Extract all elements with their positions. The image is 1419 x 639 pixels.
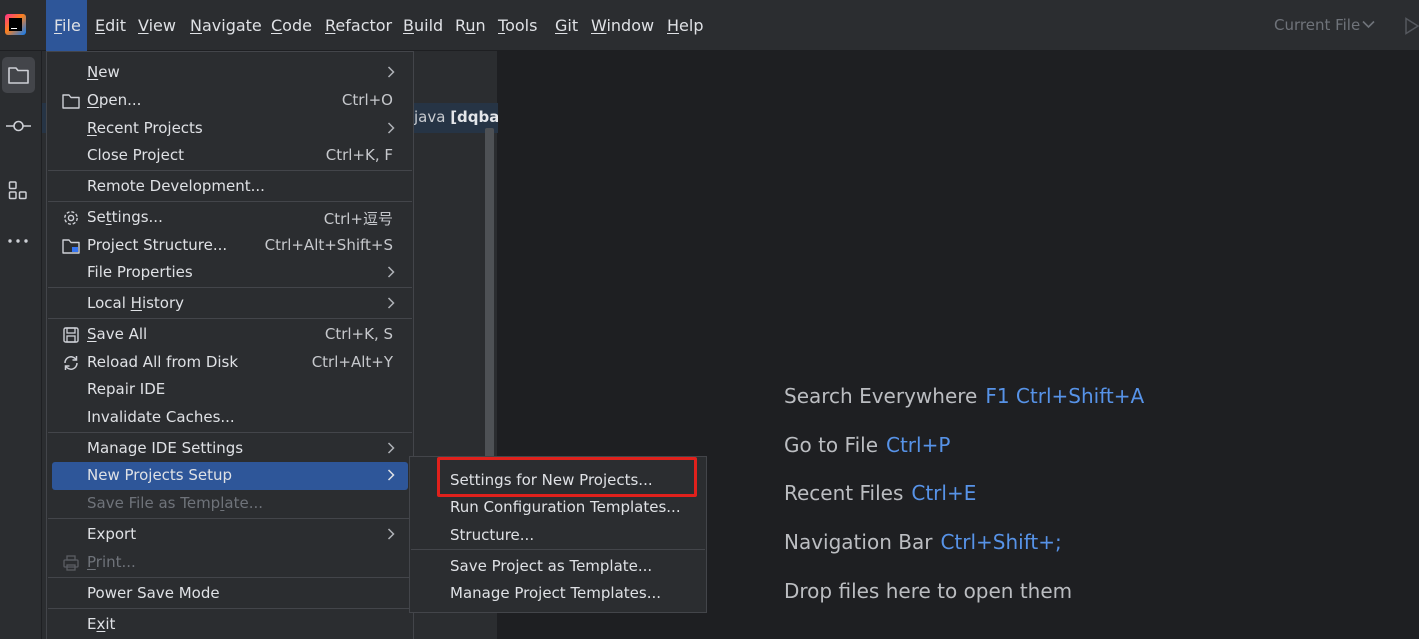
project-structure-icon xyxy=(62,239,80,254)
file-menu-reload-all[interactable]: Reload All from Disk Ctrl+Alt+Y xyxy=(47,349,413,377)
chevron-right-icon xyxy=(387,297,395,309)
file-menu-invalidate-caches[interactable]: Invalidate Caches... xyxy=(47,404,413,432)
project-tool-button[interactable] xyxy=(2,57,35,93)
highlight-annotation-box xyxy=(437,457,697,497)
file-menu-file-properties[interactable]: File Properties xyxy=(47,259,413,287)
menu-separator xyxy=(48,432,412,433)
chevron-right-icon xyxy=(387,66,395,78)
file-menu-power-save-mode[interactable]: Power Save Mode xyxy=(47,580,413,608)
menu-git[interactable]: Git xyxy=(555,0,578,51)
file-menu-dropdown: New Open... Ctrl+O Recent Projects Close… xyxy=(46,51,414,639)
submenu-manage-project-templates[interactable]: Manage Project Templates... xyxy=(410,579,706,607)
more-horizontal-icon xyxy=(8,239,28,243)
menu-window[interactable]: Window xyxy=(591,0,654,51)
menu-code[interactable]: Code xyxy=(271,0,312,51)
menu-separator xyxy=(48,518,412,519)
commit-tool-button[interactable] xyxy=(2,108,35,144)
menu-refactor[interactable]: Refactor xyxy=(325,0,392,51)
project-tree-row-label: java [dqbas xyxy=(414,108,498,126)
menu-help[interactable]: Help xyxy=(667,0,703,51)
commit-icon xyxy=(6,120,31,132)
file-menu-new-projects-setup[interactable]: New Projects Setup xyxy=(47,462,413,490)
menu-separator xyxy=(411,549,705,550)
more-tools-button[interactable] xyxy=(2,223,35,259)
menu-run[interactable]: Run xyxy=(455,0,486,51)
chevron-right-icon xyxy=(387,266,395,278)
menu-separator xyxy=(48,287,412,288)
chevron-right-icon xyxy=(387,122,395,134)
gear-icon xyxy=(64,211,78,225)
structure-tool-button[interactable] xyxy=(2,173,35,209)
chevron-right-icon xyxy=(387,528,395,540)
project-panel-scrollbar[interactable] xyxy=(485,128,494,458)
run-icon[interactable] xyxy=(1404,17,1419,35)
tool-window-strip xyxy=(0,51,42,639)
submenu-save-project-as-template[interactable]: Save Project as Template... xyxy=(410,552,706,580)
folder-open-icon xyxy=(62,94,80,109)
file-menu-open[interactable]: Open... Ctrl+O xyxy=(47,87,413,115)
folder-icon xyxy=(8,67,29,84)
menu-build[interactable]: Build xyxy=(403,0,443,51)
menu-separator xyxy=(48,577,412,578)
file-menu-local-history[interactable]: Local History xyxy=(47,290,413,318)
chevron-right-icon xyxy=(387,469,395,481)
hint-recent-files: Recent Files Ctrl+E xyxy=(784,481,977,505)
file-menu-manage-ide-settings[interactable]: Manage IDE Settings xyxy=(47,435,413,463)
submenu-run-configuration-templates[interactable]: Run Configuration Templates... xyxy=(410,493,706,521)
hint-search-everywhere: Search Everywhere F1 Ctrl+Shift+A xyxy=(784,384,1145,408)
file-menu-project-structure[interactable]: Project Structure... Ctrl+Alt+Shift+S xyxy=(47,232,413,260)
file-menu-recent-projects[interactable]: Recent Projects xyxy=(47,115,413,143)
file-menu-exit[interactable]: Exit xyxy=(47,611,413,639)
file-menu-close-project[interactable]: Close Project Ctrl+K, F xyxy=(47,142,413,170)
hint-drop-files: Drop files here to open them xyxy=(784,579,1073,603)
menu-view[interactable]: View xyxy=(138,0,176,51)
file-menu-save-file-as-template[interactable]: Save File as Template... xyxy=(47,490,413,518)
file-menu-save-all[interactable]: Save All Ctrl+K, S xyxy=(47,321,413,349)
chevron-down-icon[interactable] xyxy=(1362,20,1375,29)
file-menu-settings[interactable]: Settings... Ctrl+逗号 xyxy=(47,204,413,232)
chevron-right-icon xyxy=(387,442,395,454)
menu-separator xyxy=(48,170,412,171)
file-menu-export[interactable]: Export xyxy=(47,521,413,549)
menu-tools[interactable]: Tools xyxy=(498,0,537,51)
file-menu-remote-development[interactable]: Remote Development... xyxy=(47,173,413,201)
file-menu-repair-ide[interactable]: Repair IDE xyxy=(47,376,413,404)
menu-file[interactable]: File xyxy=(46,0,87,51)
refresh-icon xyxy=(64,356,78,370)
file-menu-new[interactable]: New xyxy=(47,59,413,87)
structure-icon xyxy=(8,181,27,200)
run-configuration-selector[interactable]: Current File xyxy=(1274,16,1360,34)
hint-go-to-file: Go to File Ctrl+P xyxy=(784,433,951,457)
menu-separator xyxy=(48,318,412,319)
printer-icon xyxy=(63,555,79,571)
menu-separator xyxy=(48,608,412,609)
hint-navigation-bar: Navigation Bar Ctrl+Shift+; xyxy=(784,530,1062,554)
submenu-structure[interactable]: Structure... xyxy=(410,521,706,549)
menu-separator xyxy=(48,201,412,202)
file-menu-print[interactable]: Print... xyxy=(47,549,413,577)
intellij-logo-icon[interactable] xyxy=(5,14,26,35)
main-menu-bar: File Edit View Navigate Code Refactor Bu… xyxy=(0,0,1419,51)
save-icon xyxy=(63,327,79,343)
menu-edit[interactable]: Edit xyxy=(95,0,126,51)
menu-navigate[interactable]: Navigate xyxy=(190,0,262,51)
